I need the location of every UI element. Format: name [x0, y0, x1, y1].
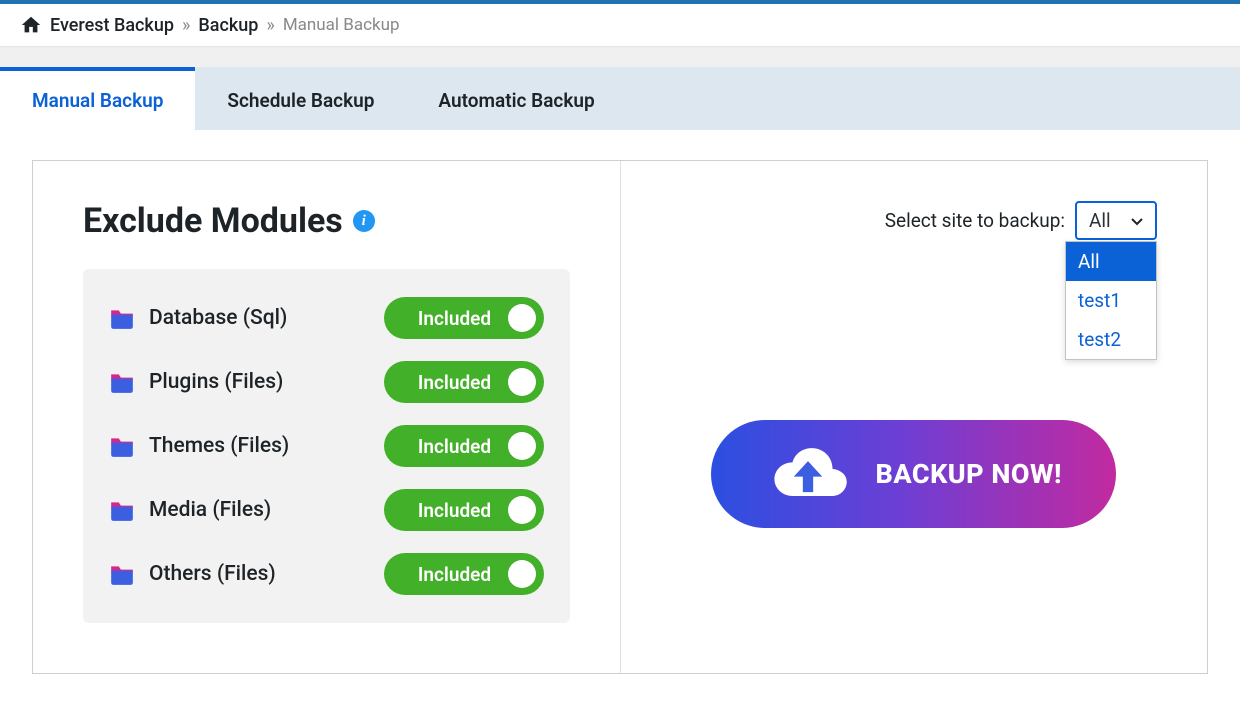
module-row-plugins: Plugins (Files) Included [109, 361, 544, 403]
tabs-bar: Manual Backup Schedule Backup Automatic … [0, 67, 1240, 130]
module-label: Database (Sql) [109, 306, 287, 330]
toggle-knob [508, 368, 536, 396]
module-name: Plugins (Files) [149, 370, 283, 394]
home-icon [20, 14, 42, 36]
site-select-row: Select site to backup: All [671, 201, 1158, 240]
folder-icon [109, 563, 135, 585]
module-toggle-themes[interactable]: Included [384, 425, 544, 467]
module-row-database: Database (Sql) Included [109, 297, 544, 339]
site-select-label: Select site to backup: [885, 209, 1065, 232]
module-name: Media (Files) [149, 498, 271, 522]
tab-content: Exclude Modules i Database (Sql) Include… [0, 130, 1240, 704]
dropdown-option-all[interactable]: All [1066, 242, 1156, 281]
dropdown-option-test2[interactable]: test2 [1066, 320, 1156, 359]
module-name: Themes (Files) [149, 434, 289, 458]
toggle-label: Included [418, 371, 491, 394]
module-toggle-others[interactable]: Included [384, 553, 544, 595]
module-toggle-database[interactable]: Included [384, 297, 544, 339]
toggle-knob [508, 560, 536, 588]
module-name: Database (Sql) [149, 306, 287, 330]
toggle-knob [508, 432, 536, 460]
breadcrumb-separator: » [266, 15, 274, 36]
folder-icon [109, 307, 135, 329]
module-label: Media (Files) [109, 498, 271, 522]
backup-now-button[interactable]: BACKUP NOW! [711, 420, 1116, 528]
exclude-modules-title: Exclude Modules [83, 201, 343, 241]
folder-icon [109, 435, 135, 457]
breadcrumb-current: Manual Backup [283, 15, 400, 35]
section-title: Exclude Modules i [83, 201, 570, 241]
module-row-media: Media (Files) Included [109, 489, 544, 531]
module-label: Others (Files) [109, 562, 276, 586]
folder-icon [109, 371, 135, 393]
breadcrumb-separator: » [182, 15, 190, 36]
module-label: Plugins (Files) [109, 370, 283, 394]
breadcrumb-root[interactable]: Everest Backup [50, 15, 174, 36]
cloud-upload-icon [766, 443, 850, 505]
tab-schedule-backup[interactable]: Schedule Backup [195, 67, 406, 130]
backup-action-panel: Select site to backup: All All test1 tes… [621, 161, 1208, 673]
toggle-label: Included [418, 435, 491, 458]
chevron-down-icon [1129, 213, 1145, 229]
toggle-label: Included [418, 307, 491, 330]
folder-icon [109, 499, 135, 521]
backup-now-label: BACKUP NOW! [876, 458, 1062, 490]
breadcrumb: Everest Backup » Backup » Manual Backup [0, 4, 1240, 47]
backup-card: Exclude Modules i Database (Sql) Include… [32, 160, 1208, 674]
toggle-label: Included [418, 563, 491, 586]
info-icon[interactable]: i [353, 210, 375, 232]
site-select-value: All [1089, 209, 1111, 232]
tab-manual-backup[interactable]: Manual Backup [0, 67, 195, 130]
dropdown-option-test1[interactable]: test1 [1066, 281, 1156, 320]
module-name: Others (Files) [149, 562, 276, 586]
module-row-others: Others (Files) Included [109, 553, 544, 595]
toggle-knob [508, 496, 536, 524]
module-toggle-media[interactable]: Included [384, 489, 544, 531]
breadcrumb-section[interactable]: Backup [198, 15, 258, 36]
toggle-label: Included [418, 499, 491, 522]
tab-automatic-backup[interactable]: Automatic Backup [406, 67, 626, 130]
site-select-dropdown: All test1 test2 [1065, 241, 1157, 360]
site-select[interactable]: All [1075, 201, 1157, 240]
modules-list: Database (Sql) Included Plugins (Files) [83, 269, 570, 623]
module-label: Themes (Files) [109, 434, 289, 458]
toggle-knob [508, 304, 536, 332]
module-toggle-plugins[interactable]: Included [384, 361, 544, 403]
module-row-themes: Themes (Files) Included [109, 425, 544, 467]
exclude-modules-panel: Exclude Modules i Database (Sql) Include… [33, 161, 621, 673]
